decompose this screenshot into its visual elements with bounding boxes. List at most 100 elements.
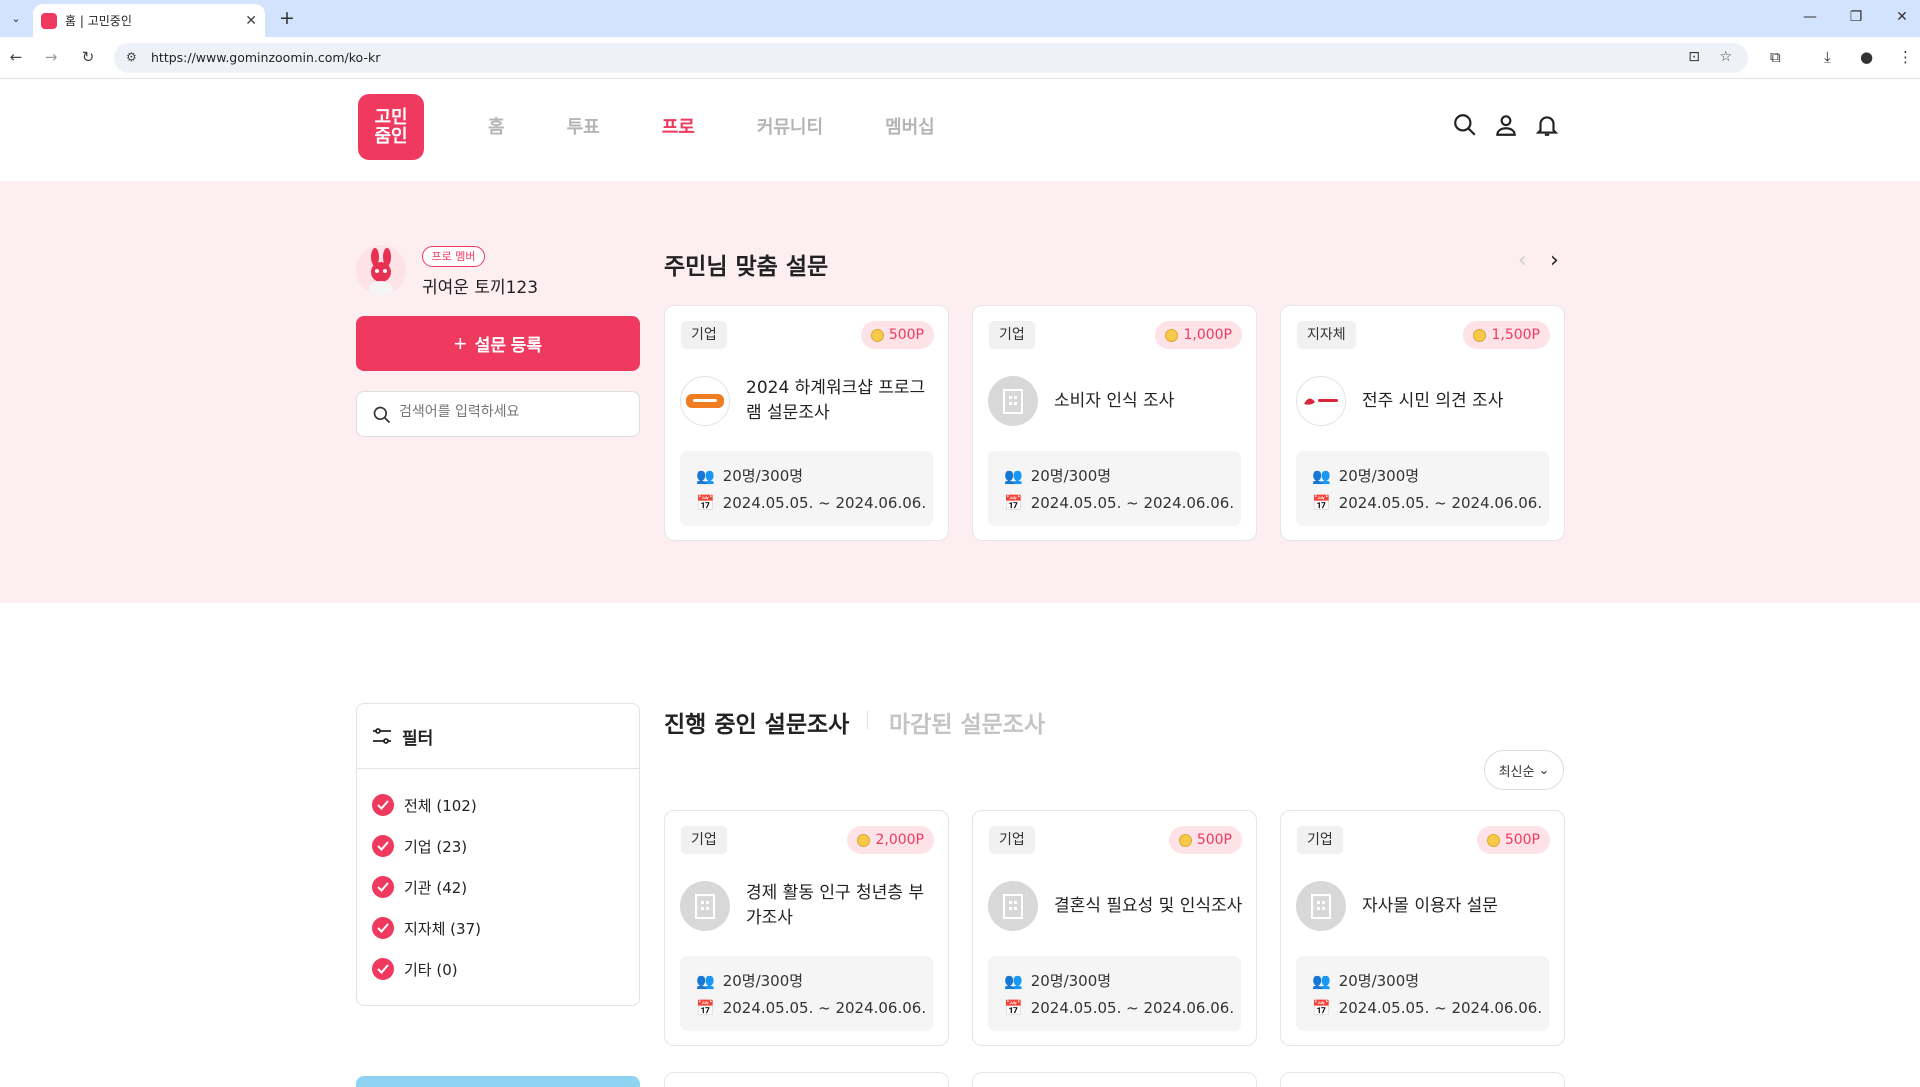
url-text[interactable]: https://www.gominzoomin.com/ko-kr <box>151 50 380 65</box>
survey-search-box[interactable] <box>356 391 640 437</box>
search-input[interactable] <box>399 404 629 420</box>
points-value: 1,500P <box>1491 327 1540 343</box>
nav-home[interactable]: 홈 <box>488 113 505 139</box>
tab-search-icon[interactable]: ⌄ <box>6 8 26 28</box>
nav-pro[interactable]: 프로 <box>662 113 695 139</box>
promo-banner[interactable] <box>356 1076 640 1087</box>
survey-card-partial[interactable] <box>972 1072 1257 1087</box>
survey-card-partial[interactable] <box>664 1072 949 1087</box>
period-row: 📅 2024.05.05. ~ 2024.06.06. <box>696 494 926 512</box>
download-icon[interactable]: ⤓ <box>1824 48 1831 66</box>
profile-icon[interactable]: ● <box>1860 48 1873 66</box>
points-badge: 500P <box>1168 826 1242 854</box>
extensions-icon[interactable]: ⧉ <box>1770 48 1781 66</box>
register-survey-button[interactable]: + 설문 등록 <box>356 316 640 371</box>
sort-dropdown[interactable]: 최신순 ⌄ <box>1484 750 1564 790</box>
default-org-logo <box>988 376 1038 426</box>
points-badge: 1,500P <box>1463 321 1550 349</box>
category-tag: 기업 <box>1297 826 1343 854</box>
checkbox-checked-icon[interactable] <box>372 958 394 980</box>
browser-tab-strip: ⌄ 홈 | 고민중인 ✕ + — ❐ ✕ <box>0 0 1920 37</box>
survey-period: 2024.05.05. ~ 2024.06.06. <box>1338 494 1543 512</box>
site-info-icon[interactable]: ⚙ <box>126 50 137 64</box>
filter-other[interactable]: 기타 (0) <box>372 958 458 980</box>
survey-period: 2024.05.05. ~ 2024.06.06. <box>722 494 927 512</box>
survey-card[interactable]: 기업 500P 2024 하계워크샵 프로그램 설문조사 👥 20명/300명 📅… <box>664 305 949 541</box>
checkbox-checked-icon[interactable] <box>372 835 394 857</box>
restore-icon[interactable]: ❐ <box>1846 9 1866 25</box>
filter-all[interactable]: 전체 (102) <box>372 794 477 816</box>
filter-local-gov[interactable]: 지자체 (37) <box>372 917 481 939</box>
checkbox-checked-icon[interactable] <box>372 917 394 939</box>
bell-icon[interactable] <box>1534 112 1560 138</box>
site-header: 고민 줌인 홈 투표 프로 커뮤니티 멤버십 <box>0 79 1920 181</box>
people-icon: 👥 <box>696 971 715 990</box>
period-row: 📅 2024.05.05. ~ 2024.06.06. <box>1312 999 1542 1017</box>
people-icon: 👥 <box>1004 971 1023 990</box>
participants-row: 👥 20명/300명 <box>696 970 803 991</box>
filter-title: 필터 <box>402 728 434 749</box>
pro-member-badge: 프로 멤버 <box>422 246 485 267</box>
window-close-icon[interactable]: ✕ <box>1892 9 1912 25</box>
prev-arrow-icon[interactable]: ‹ <box>1518 248 1527 273</box>
bookmark-star-icon[interactable]: ☆ <box>1719 49 1732 65</box>
nav-vote[interactable]: 투표 <box>567 113 600 139</box>
participants-row: 👥 20명/300명 <box>1004 465 1111 486</box>
survey-card[interactable]: 지자체 1,500P 전주 시민 의견 조사 👥 20명/300명 📅 2024.0… <box>1280 305 1565 541</box>
calendar-icon: 📅 <box>1004 999 1023 1017</box>
checkbox-checked-icon[interactable] <box>372 876 394 898</box>
nav-community[interactable]: 커뮤니티 <box>757 113 823 139</box>
coin-icon <box>870 328 884 342</box>
people-icon: 👥 <box>1312 466 1331 485</box>
forward-icon[interactable]: → <box>41 48 61 66</box>
filter-institution[interactable]: 기관 (42) <box>372 876 467 898</box>
minimize-icon[interactable]: — <box>1800 9 1820 25</box>
sort-label: 최신순 <box>1498 764 1535 780</box>
participants-count: 20명/300명 <box>1030 467 1112 485</box>
points-badge: 500P <box>1476 826 1550 854</box>
site-logo[interactable]: 고민 줌인 <box>358 94 424 160</box>
survey-card-partial[interactable] <box>1280 1072 1565 1087</box>
survey-card[interactable]: 기업 500P 자사몰 이용자 설문 👥 20명/300명 📅 2024.05.05… <box>1280 810 1565 1046</box>
calendar-icon: 📅 <box>696 494 715 512</box>
tab-closed-surveys[interactable]: 마감된 설문조사 <box>889 705 1045 739</box>
filter-panel: 필터 전체 (102) 기업 (23) 기관 (42) 지자체 (37) 기타 … <box>356 703 640 1006</box>
avatar <box>356 245 406 295</box>
checkmark-icon <box>377 964 389 974</box>
survey-card[interactable]: 기업 500P 결혼식 필요성 및 인식조사 👥 20명/300명 📅 2024.0… <box>972 810 1257 1046</box>
user-icon[interactable] <box>1493 112 1519 138</box>
tab-ongoing-surveys[interactable]: 진행 중인 설문조사 <box>664 705 849 739</box>
new-tab-icon[interactable]: + <box>276 7 298 29</box>
menu-icon[interactable]: ⋮ <box>1898 48 1913 66</box>
default-org-logo <box>1296 881 1346 931</box>
checkmark-icon <box>377 841 389 851</box>
address-toolbar: ← → ↻ ⚙ https://www.gominzoomin.com/ko-k… <box>0 37 1920 79</box>
survey-card[interactable]: 기업 2,000P 경제 활동 인구 청년층 부가조사 👥 20명/300명 📅 2… <box>664 810 949 1046</box>
logo-text-bottom: 줌인 <box>374 126 408 147</box>
category-tag: 기업 <box>681 321 727 349</box>
checkbox-checked-icon[interactable] <box>372 794 394 816</box>
participants-row: 👥 20명/300명 <box>1312 970 1419 991</box>
nav-membership[interactable]: 멤버십 <box>885 113 935 139</box>
building-icon <box>1003 894 1023 919</box>
tab-close-icon[interactable]: ✕ <box>245 13 257 29</box>
address-bar[interactable]: ⚙ https://www.gominzoomin.com/ko-kr ⊡ ☆ <box>114 43 1748 73</box>
survey-card[interactable]: 기업 1,000P 소비자 인식 조사 👥 20명/300명 📅 2024.05.0… <box>972 305 1257 541</box>
next-arrow-icon[interactable]: › <box>1550 248 1559 273</box>
install-app-icon[interactable]: ⊡ <box>1688 49 1700 65</box>
survey-period: 2024.05.05. ~ 2024.06.06. <box>1030 494 1235 512</box>
jeonju-logo-icon <box>1304 398 1338 405</box>
survey-period: 2024.05.05. ~ 2024.06.06. <box>722 999 927 1017</box>
participants-count: 20명/300명 <box>1030 972 1112 990</box>
browser-tab-active[interactable]: 홈 | 고민중인 ✕ <box>33 4 265 37</box>
survey-title: 소비자 인식 조사 <box>1054 390 1175 411</box>
rabbit-avatar-icon <box>369 248 393 295</box>
filter-company[interactable]: 기업 (23) <box>372 835 467 857</box>
main-nav: 홈 투표 프로 커뮤니티 멤버십 <box>488 113 935 139</box>
back-icon[interactable]: ← <box>6 48 26 66</box>
reload-icon[interactable]: ↻ <box>78 48 98 66</box>
calendar-icon: 📅 <box>1312 999 1331 1017</box>
tab-favicon-icon <box>41 12 57 29</box>
coin-icon <box>1178 833 1192 847</box>
search-icon[interactable] <box>1452 112 1478 138</box>
